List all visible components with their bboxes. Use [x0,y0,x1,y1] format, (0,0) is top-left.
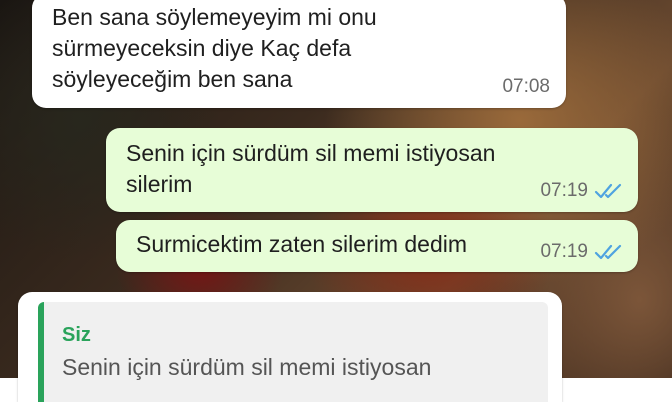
message-text: Senin için sürdüm sil memi istiyosan sil… [126,140,496,197]
incoming-message-bubble[interactable]: Ben sana söylemeyeyim mi onu sürmeyeceks… [32,0,566,108]
message-timestamp: 07:19 [540,236,624,267]
message-timestamp: 07:19 [540,175,624,206]
message-text: Surmicektim zaten silerim dedim [136,231,468,257]
message-text: Ben sana söylemeyeyim mi onu sürmeyeceks… [52,4,377,92]
quoted-message[interactable]: Siz Senin için sürdüm sil memi istiyosan [38,302,548,402]
quoted-sender-name: Siz [62,324,91,346]
outgoing-message-bubble[interactable]: Senin için sürdüm sil memi istiyosan sil… [106,128,638,212]
quoted-message-text: Senin için sürdüm sil memi istiyosan [62,354,432,380]
double-check-read-icon [594,244,622,259]
outgoing-message-bubble[interactable]: Surmicektim zaten silerim dedim 07:19 [116,220,638,272]
message-timestamp: 07:08 [502,76,550,97]
incoming-reply-bubble[interactable]: Siz Senin için sürdüm sil memi istiyosan [18,292,562,402]
double-check-read-icon [594,183,622,198]
